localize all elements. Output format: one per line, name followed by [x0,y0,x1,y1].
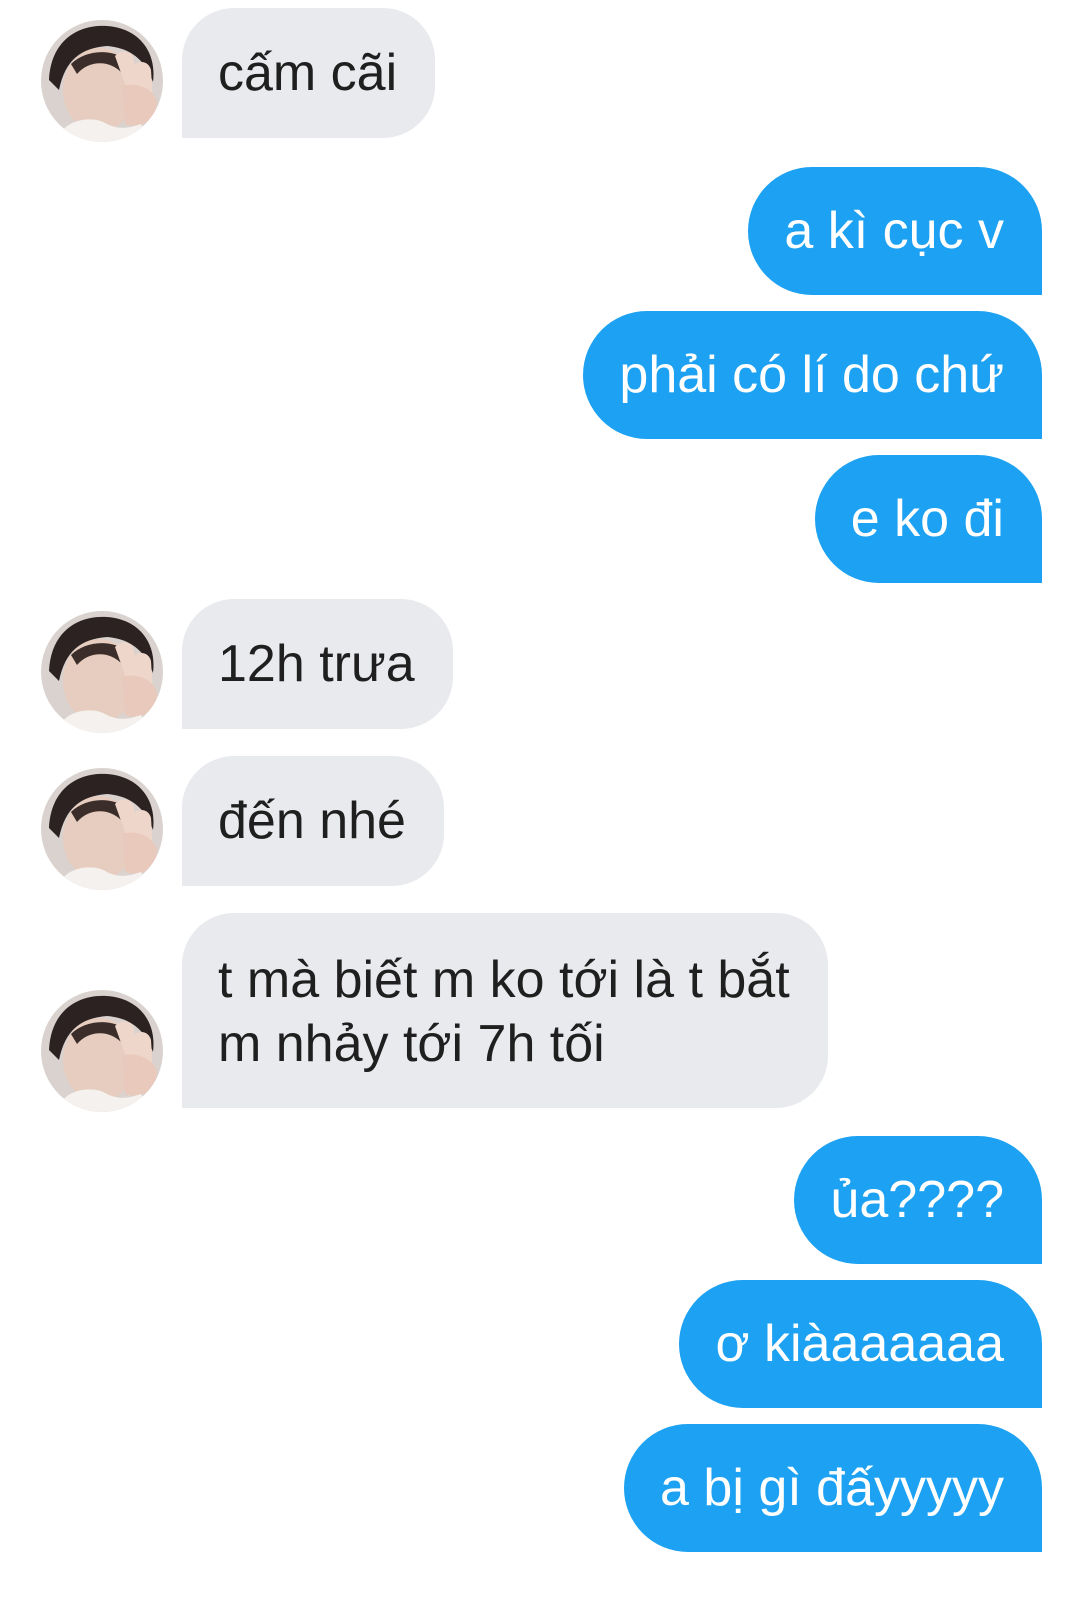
sent-message-bubble[interactable]: a bị gì đấyyyyy [624,1424,1042,1552]
sent-message-bubble[interactable]: ơ kiàaaaaaa [679,1280,1042,1408]
avatar-icon[interactable] [41,990,163,1112]
received-message-bubble[interactable]: t mà biết m ko tới là t bắt m nhảy tới 7… [182,913,828,1108]
received-message-bubble[interactable]: 12h trưa [182,599,453,729]
sent-message-bubble[interactable]: e ko đi [814,455,1042,583]
sent-message-bubble[interactable]: phải có lí do chứ [583,311,1042,439]
avatar-icon[interactable] [41,611,163,733]
avatar-icon[interactable] [41,768,163,890]
sent-message-bubble[interactable]: a kì cục v [748,167,1042,295]
sent-message-bubble[interactable]: ủa???? [794,1136,1042,1264]
received-message-bubble[interactable]: đến nhé [182,756,444,886]
chat-screen: { "messages": [ {"direction": "received"… [0,0,1080,1615]
avatar-icon[interactable] [41,20,163,142]
received-message-bubble[interactable]: cấm cãi [182,8,436,138]
